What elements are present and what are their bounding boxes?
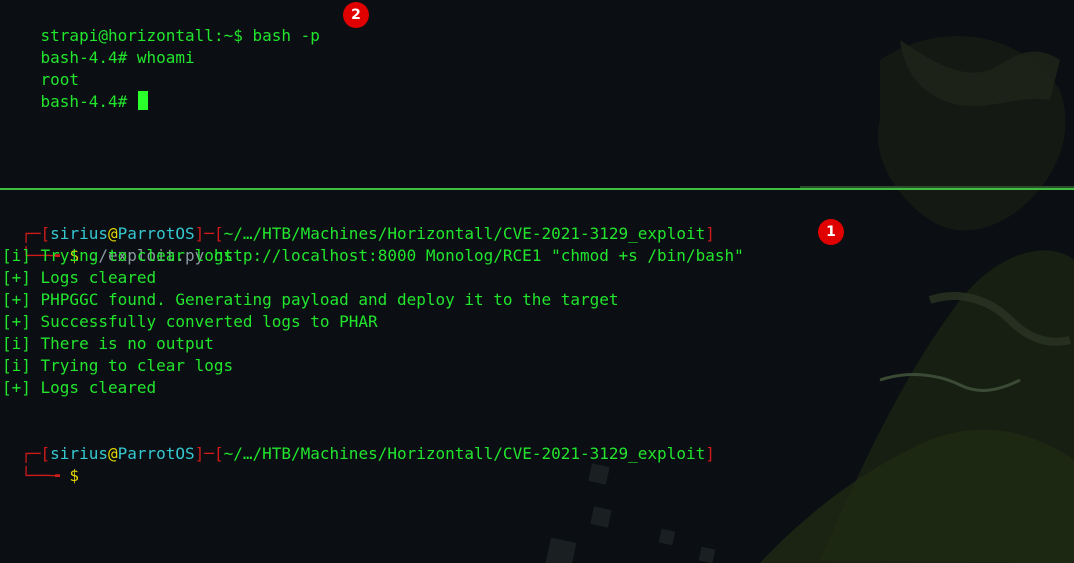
annotation-badge-1: 1 (818, 219, 844, 245)
prompt2-path: ~/…/HTB/Machines/Horizontall/CVE-2021-31… (223, 444, 706, 463)
output-line: [i] Trying to clear logs (2, 356, 234, 375)
output-line: [+] Logs cleared (2, 268, 157, 287)
output-line: [+] Successfully converted logs to PHAR (2, 312, 378, 331)
output-line: [i] There is no output (2, 334, 214, 353)
prompt2-host: ParrotOS (117, 444, 195, 463)
top-line-whoami: bash-4.4# whoami (2, 25, 195, 67)
prompt2-arrow: └──╼ (21, 466, 60, 485)
prompt1-command-line: └──╼ $ ./exploit.py http://localhost:800… (2, 223, 743, 265)
prompt2-mid: ]─[ (194, 444, 224, 463)
top-active-prompt: bash-4.4# (40, 92, 128, 111)
prompt2-command-line[interactable]: └──╼ $ (2, 443, 79, 485)
top-command-whoami: whoami (127, 48, 195, 67)
output-line: [+] PHPGGC found. Generating payload and… (2, 290, 619, 309)
output-line: [i] Trying to clear logs (2, 246, 234, 265)
top-command-bash: bash -p (242, 26, 320, 45)
terminal-cursor (137, 91, 148, 110)
top-line-active-prompt[interactable]: bash-4.4# (2, 69, 148, 111)
prompt1-header: ┌─[sirius@ParrotOS]─[~/…/HTB/Machines/Ho… (2, 201, 715, 243)
prompt2-close: ] (705, 444, 715, 463)
pane-divider[interactable] (0, 188, 1074, 190)
prompt2-header: ┌─[sirius@ParrotOS]─[~/…/HTB/Machines/Ho… (2, 421, 715, 463)
annotation-badge-2: 2 (343, 2, 369, 28)
prompt1-args: http://localhost:8000 Monolog/RCE1 "chmo… (204, 246, 744, 265)
top-line-output: root (2, 47, 80, 89)
prompt2-dollar: $ (59, 466, 80, 485)
prompt2-at: @ (107, 444, 118, 463)
output-line: [+] Logs cleared (2, 378, 157, 397)
top-line-bash-p: strapi@horizontall:~$ bash -p (2, 3, 320, 45)
top-terminal-pane[interactable]: strapi@horizontall:~$ bash -p bash-4.4# … (0, 0, 1074, 188)
top-path: :~$ (213, 26, 243, 45)
